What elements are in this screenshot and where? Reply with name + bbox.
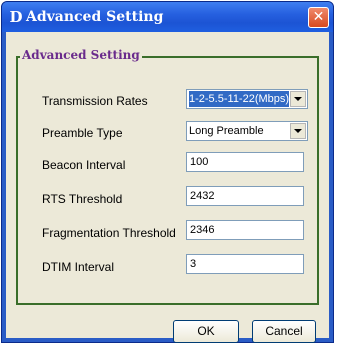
chevron-down-icon[interactable] — [290, 123, 306, 139]
close-icon: ✕ — [312, 9, 325, 25]
dialog-body: Advanced Setting Transmission Rates 1-2-… — [6, 32, 329, 343]
close-button[interactable]: ✕ — [308, 7, 329, 28]
cancel-button[interactable]: Cancel — [252, 320, 316, 343]
dtim-interval-label: DTIM Interval — [42, 260, 115, 274]
advanced-setting-dialog: D Advanced Setting ✕ Advanced Setting Tr… — [1, 1, 334, 343]
rts-threshold-label: RTS Threshold — [42, 192, 123, 206]
preamble-type-value: Long Preamble — [189, 125, 264, 137]
app-logo-icon: D — [9, 8, 23, 26]
dtim-interval-input[interactable]: 3 — [186, 254, 304, 274]
group-legend: Advanced Setting — [20, 46, 142, 64]
beacon-interval-input[interactable]: 100 — [186, 152, 304, 172]
ok-button[interactable]: OK — [173, 320, 239, 343]
title-bar[interactable]: D Advanced Setting ✕ — [2, 2, 333, 32]
fragmentation-threshold-input[interactable]: 2346 — [186, 220, 304, 240]
rts-threshold-input[interactable]: 2432 — [186, 186, 304, 206]
transmission-rates-select[interactable]: 1-2-5.5-11-22(Mbps) — [186, 89, 308, 109]
preamble-type-label: Preamble Type — [42, 126, 123, 140]
preamble-type-select[interactable]: Long Preamble — [186, 121, 308, 141]
transmission-rates-value: 1-2-5.5-11-22(Mbps) — [189, 91, 289, 107]
transmission-rates-label: Transmission Rates — [42, 94, 148, 108]
fragmentation-threshold-label: Fragmentation Threshold — [42, 226, 176, 240]
window-title: Advanced Setting — [26, 9, 164, 25]
beacon-interval-label: Beacon Interval — [42, 158, 126, 172]
chevron-down-icon[interactable] — [290, 91, 306, 107]
